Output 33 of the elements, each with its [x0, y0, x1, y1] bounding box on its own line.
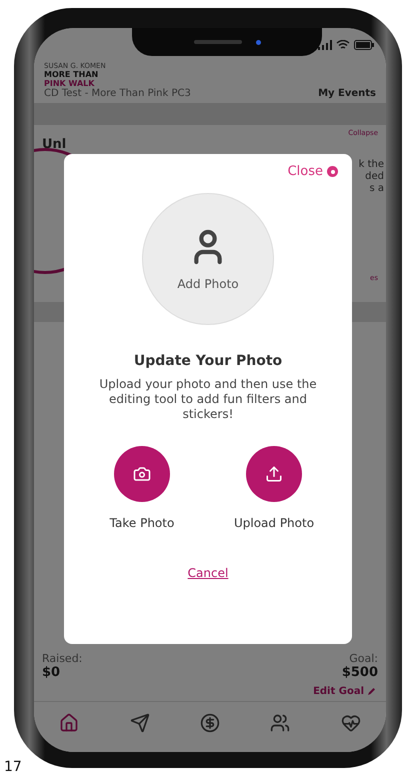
pencil-icon [367, 687, 376, 696]
send-icon [130, 713, 150, 733]
wifi-icon [336, 40, 350, 50]
goal-label: Goal: [349, 652, 378, 665]
event-name: CD Test - More Than Pink PC3 [44, 88, 191, 99]
logo-text: MORE THAN [44, 70, 100, 79]
close-icon [327, 166, 338, 177]
dialog-title: Update Your Photo [134, 353, 282, 369]
page-number: 17 [4, 760, 22, 774]
dialog-text: Upload your photo and then use the editing tool to add fun filters and stickers! [98, 377, 318, 422]
logo-text: PINK WALK [44, 79, 96, 88]
raised-label: Raised: [42, 652, 82, 665]
close-button[interactable]: Close [288, 164, 338, 179]
action-label: Upload Photo [234, 516, 314, 530]
heart-pulse-icon [340, 713, 361, 733]
goal-amount: $500 [342, 665, 378, 680]
section-text: k the [358, 159, 384, 171]
edit-goal-link[interactable]: Edit Goal [313, 686, 376, 697]
dollar-icon [200, 713, 220, 733]
battery-icon [354, 40, 374, 50]
raised-amount: $0 [42, 665, 60, 680]
action-label: Take Photo [110, 516, 174, 530]
cancel-link[interactable]: Cancel [188, 566, 228, 580]
section-text: s a [369, 183, 384, 195]
signal-icon [318, 40, 332, 50]
section-text: ded [365, 171, 384, 183]
camera-icon [133, 465, 151, 483]
home-icon [59, 713, 80, 733]
upload-icon [265, 465, 283, 483]
my-events-menu[interactable]: My Events [318, 88, 376, 99]
people-icon [270, 713, 290, 733]
section-title: Unl [42, 137, 66, 152]
add-photo-button[interactable]: Add Photo [142, 193, 274, 325]
